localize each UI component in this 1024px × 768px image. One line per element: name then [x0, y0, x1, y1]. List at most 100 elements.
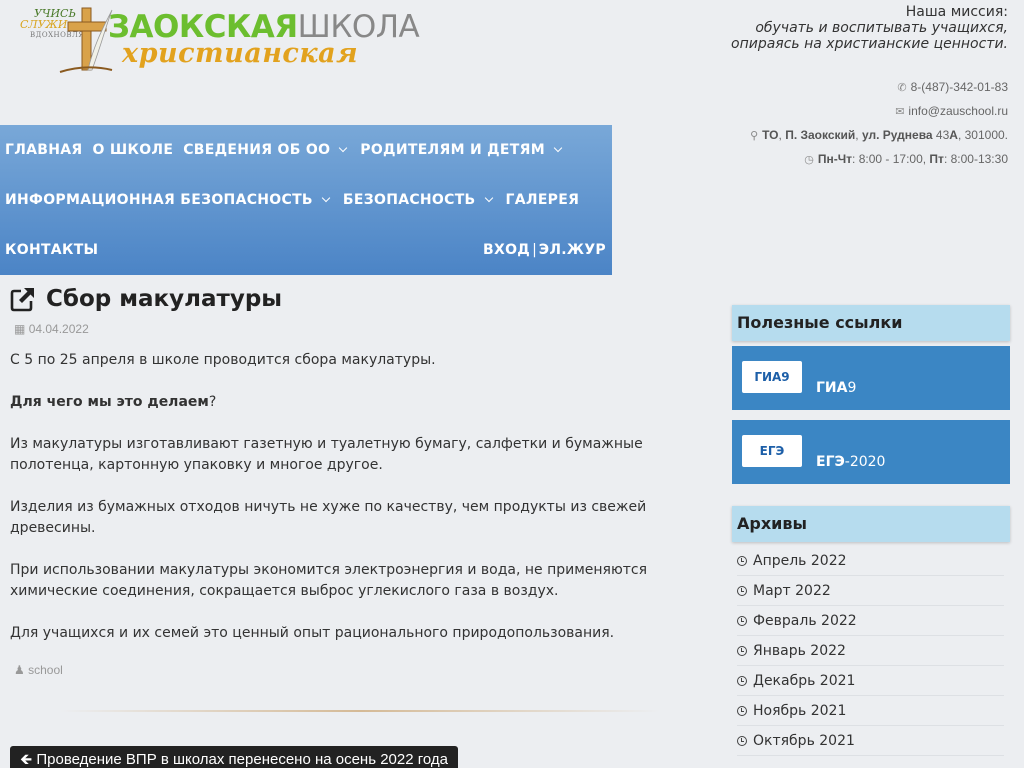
contact-address: ⚲ ТО, П. Заокский, ул. Руднева 43А, 30100…	[750, 127, 1008, 151]
archive-item[interactable]: Декабрь 2021	[737, 666, 1004, 696]
article-title[interactable]: Сбор макулатуры	[46, 286, 282, 312]
nav-separator: |	[532, 242, 537, 258]
nav-item-gallery-label: ГАЛЕРЕЯ	[505, 192, 580, 208]
previous-post-label: Проведение ВПР в школах перенесено на ос…	[36, 751, 448, 768]
external-link-icon	[10, 288, 34, 312]
hours-days1: Пн-Чт	[817, 152, 853, 166]
hours-time2: : 8:00-13:30	[943, 152, 1008, 166]
address-sep4: , 301000.	[957, 128, 1008, 142]
clock-icon	[737, 585, 747, 596]
clock-icon	[737, 555, 747, 566]
address-part2: П. Заокский	[785, 128, 856, 142]
archive-title: Архивы	[732, 506, 1010, 542]
link-gia9-rest: 9	[847, 380, 857, 396]
article-text: ?	[208, 394, 217, 410]
login-link[interactable]: ВХОД	[478, 242, 530, 258]
mission-line2: опираясь на христианские ценности.	[731, 36, 1008, 52]
previous-post-button[interactable]: 🡸 Проведение ВПР в школах перенесено на …	[10, 746, 458, 768]
article-date-text: 04.04.2022	[28, 322, 89, 336]
e-journal-link[interactable]: ЭЛ.ЖУР	[539, 242, 606, 258]
nav-item-info-label: СВЕДЕНИЯ ОБ ОО	[183, 142, 331, 158]
mission-line1: обучать и воспитывать учащихся,	[755, 20, 1008, 36]
archive-item-label: Декабрь 2021	[753, 672, 856, 689]
article-paragraph: С 5 по 25 апреля в школе проводится сбор…	[10, 352, 436, 368]
hours-days2: Пт	[929, 152, 944, 166]
archive-item-label: Март 2022	[753, 582, 831, 599]
nav-item-about-label: О ШКОЛЕ	[92, 142, 174, 158]
archive-item[interactable]: Ноябрь 2021	[737, 696, 1004, 726]
clock-icon	[737, 735, 747, 746]
chevron-down-icon	[553, 143, 563, 153]
address-part4: А	[949, 128, 958, 142]
nav-item-security[interactable]: БЕЗОПАСНОСТЬ	[338, 192, 501, 208]
article-body: С 5 по 25 апреля в школе проводится сбор…	[10, 350, 660, 644]
nav-item-info-security[interactable]: ИНФОРМАЦИОННАЯ БЕЗОПАСНОСТЬ	[0, 192, 338, 208]
nav-row-2: ИНФОРМАЦИОННАЯ БЕЗОПАСНОСТЬ БЕЗОПАСНОСТЬ…	[0, 175, 612, 225]
clock-icon	[737, 705, 747, 716]
address-part1: ТО	[762, 128, 779, 142]
contacts-block: ✆ 8-(487)-342-01-83 ✉ info@zauschool.ru ⚲ Т…	[750, 79, 1008, 175]
nav-row-3: КОНТАКТЫ ВХОД | ЭЛ.ЖУР	[0, 225, 612, 275]
address-sep2: ,	[855, 128, 862, 142]
archive-item[interactable]: Январь 2022	[737, 636, 1004, 666]
nav-item-parents[interactable]: РОДИТЕЛЯМ И ДЕТЯМ	[355, 142, 570, 158]
logo-subtitle: христианская	[122, 38, 359, 69]
user-icon: ♟	[14, 663, 25, 677]
archive-item[interactable]: Октябрь 2021	[737, 726, 1004, 756]
link-ege[interactable]: ЕГЭ ЕГЭ-2020	[732, 420, 1010, 484]
phone-icon: ✆	[897, 82, 907, 94]
nav-item-home-label: ГЛАВНАЯ	[5, 142, 83, 158]
nav-item-about[interactable]: О ШКОЛЕ	[88, 142, 179, 158]
nav-row-1: ГЛАВНАЯ О ШКОЛЕ СВЕДЕНИЯ ОБ ОО РОДИТЕЛЯМ…	[0, 125, 612, 175]
hours-time1: : 8:00 - 17:00,	[852, 152, 930, 166]
archive-item-label: Апрель 2022	[753, 552, 847, 569]
arrow-left-icon: 🡸	[20, 751, 33, 768]
nav-item-contacts-label: КОНТАКТЫ	[5, 242, 99, 258]
archive-item[interactable]: Март 2022	[737, 576, 1004, 606]
cross-feather-icon	[59, 7, 113, 73]
divider	[60, 710, 660, 712]
nav-item-home[interactable]: ГЛАВНАЯ	[0, 142, 88, 158]
envelope-icon: ✉	[895, 106, 905, 118]
contact-phone[interactable]: ✆ 8-(487)-342-01-83	[750, 79, 1008, 103]
article-paragraph: Для учащихся и их семей это ценный опыт …	[10, 625, 615, 641]
article-author[interactable]: ♟ school	[10, 663, 660, 677]
chevron-down-icon	[321, 193, 331, 203]
link-ege-label: ЕГЭ-2020	[816, 454, 885, 470]
article-paragraph: При использовании макулатуры экономится …	[10, 562, 648, 599]
address-part3: ул. Руднева	[861, 128, 933, 142]
archive-item[interactable]: Апрель 2022	[737, 546, 1004, 576]
article-author-text: school	[28, 663, 63, 677]
gia9-logo: ГИА9	[742, 361, 802, 393]
nav-item-contacts[interactable]: КОНТАКТЫ	[0, 242, 103, 258]
clock-icon	[737, 645, 747, 656]
nav-item-gallery[interactable]: ГАЛЕРЕЯ	[501, 192, 585, 208]
chevron-down-icon	[484, 193, 493, 203]
nav-item-security-label: БЕЗОПАСНОСТЬ	[342, 192, 476, 208]
ege-logo: ЕГЭ	[742, 435, 802, 467]
contact-email[interactable]: ✉ info@zauschool.ru	[750, 103, 1008, 127]
mission-title: Наша миссия:	[905, 4, 1008, 20]
site-logo[interactable]: УЧИСЬ СЛУЖИ ВДОХНОВЛЯЙ ЗАОКСКАЯШКОЛА хри…	[20, 4, 430, 78]
nav-item-info-security-label: ИНФОРМАЦИОННАЯ БЕЗОПАСНОСТЬ	[5, 192, 313, 208]
calendar-icon: ▦	[14, 322, 26, 336]
chevron-down-icon	[339, 143, 348, 153]
article-paragraph: Для чего мы это делаем?	[10, 392, 660, 413]
link-gia9-label: ГИА9	[816, 380, 856, 396]
article-paragraph: Из макулатуры изготавливают газетную и т…	[10, 436, 643, 473]
article-bold-text: Для чего мы это делаем	[10, 394, 209, 410]
article-date: ▦ 04.04.2022	[10, 322, 660, 336]
nav-auth: ВХОД | ЭЛ.ЖУР	[478, 242, 612, 258]
address-sep3: 43	[932, 128, 950, 142]
archive-item-label: Ноябрь 2021	[753, 702, 847, 719]
link-ege-bold: ЕГЭ	[816, 454, 845, 470]
link-ege-rest: -2020	[844, 454, 886, 470]
archive-list: Апрель 2022 Март 2022 Февраль 2022 Январ…	[732, 542, 1010, 756]
article-header: Сбор макулатуры	[10, 282, 660, 316]
article-paragraph: Изделия из бумажных отходов ничуть не ху…	[10, 499, 647, 536]
archive-item[interactable]: Февраль 2022	[737, 606, 1004, 636]
archive-item-label: Февраль 2022	[753, 612, 857, 629]
nav-item-info[interactable]: СВЕДЕНИЯ ОБ ОО	[178, 142, 355, 158]
sidebar: Полезные ссылки ГИА9 ГИА9 ЕГЭ ЕГЭ-2020 А…	[732, 305, 1010, 756]
link-gia9[interactable]: ГИА9 ГИА9	[732, 346, 1010, 410]
